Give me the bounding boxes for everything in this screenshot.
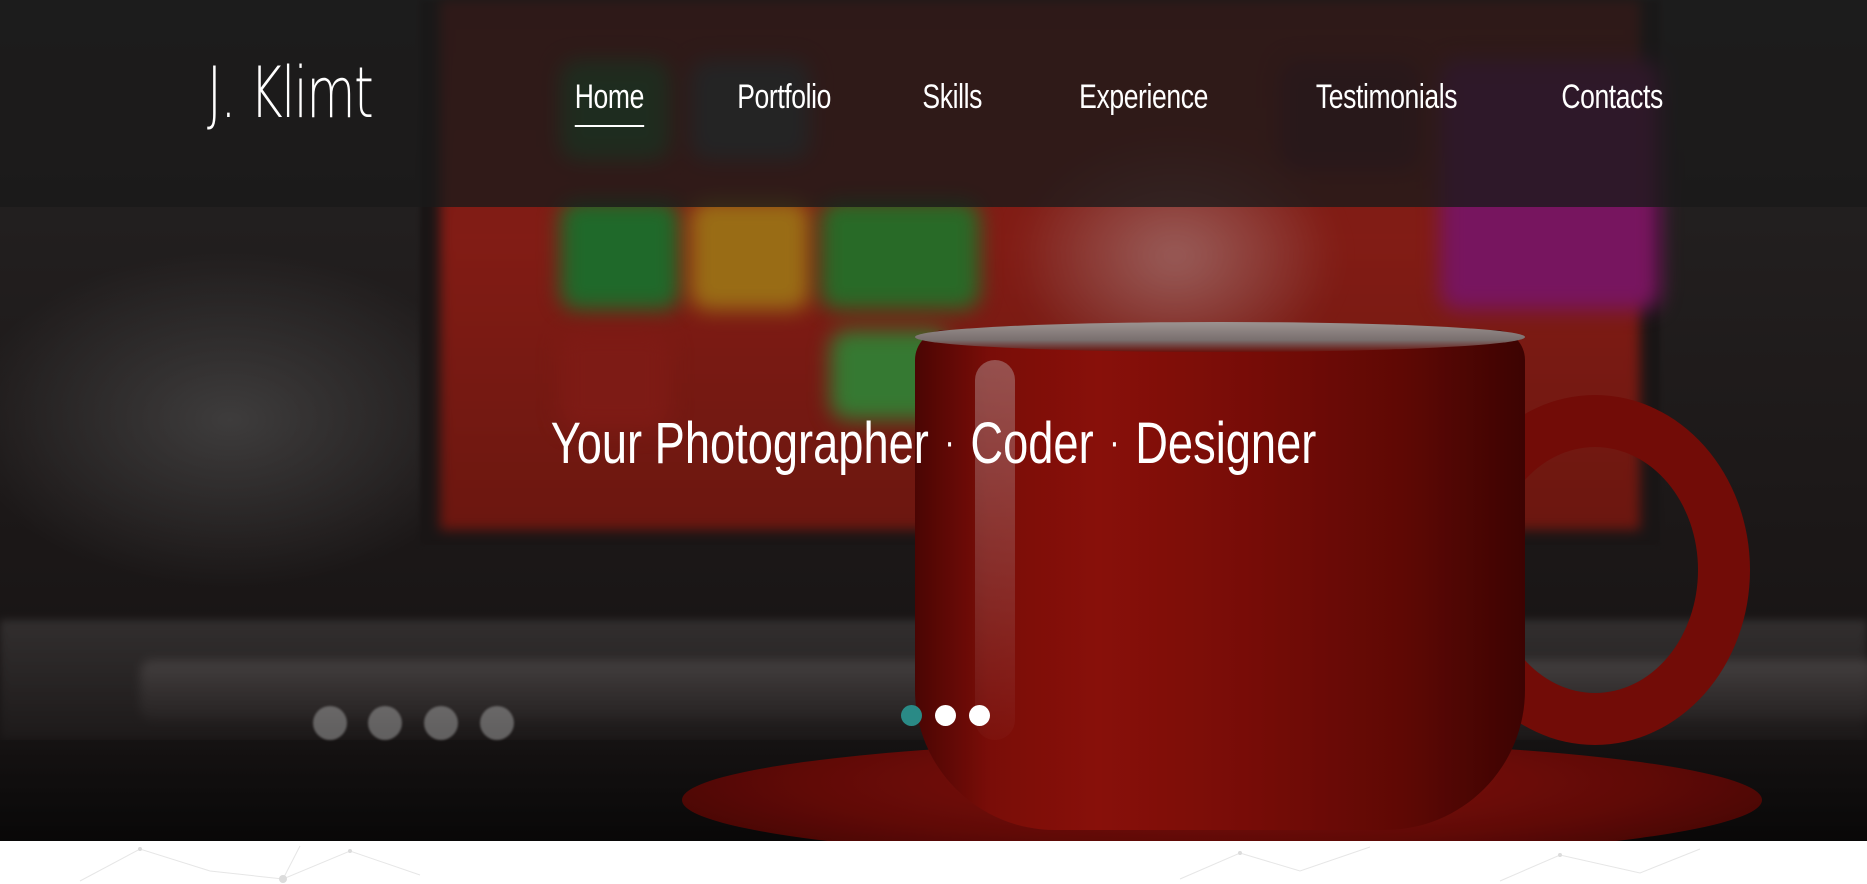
slider-dot-1[interactable] xyxy=(901,705,922,726)
slider-dot-3[interactable] xyxy=(969,705,990,726)
top-navbar: J. Klimt Home Portfolio Skills Experienc… xyxy=(0,0,1867,207)
nav-testimonials[interactable]: Testimonials xyxy=(1316,78,1458,127)
tagline-part-coder: Coder xyxy=(970,411,1094,476)
tagline-separator: · xyxy=(1109,420,1120,464)
nav-skills[interactable]: Skills xyxy=(923,78,983,127)
network-pattern-decoration xyxy=(79,845,1701,883)
tagline-part-photographer: Your Photographer xyxy=(550,411,929,476)
nav-contacts[interactable]: Contacts xyxy=(1561,78,1663,127)
page: Your Photographer · Coder · Designer J. Klim… xyxy=(0,0,1867,884)
hero-slider-pagination xyxy=(901,705,990,726)
tagline-separator: · xyxy=(944,420,955,464)
slider-dot-2[interactable] xyxy=(935,705,956,726)
nav-home[interactable]: Home xyxy=(575,78,645,127)
next-section-background xyxy=(0,841,1867,884)
site-logo[interactable]: J. Klimt xyxy=(207,52,374,134)
main-nav: Home Portfolio Skills Experience Testimo… xyxy=(565,78,1677,127)
hero-tagline: Your Photographer · Coder · Designer xyxy=(205,410,1661,477)
tagline-part-designer: Designer xyxy=(1135,411,1317,476)
nav-portfolio[interactable]: Portfolio xyxy=(737,78,831,127)
nav-experience[interactable]: Experience xyxy=(1079,78,1208,127)
